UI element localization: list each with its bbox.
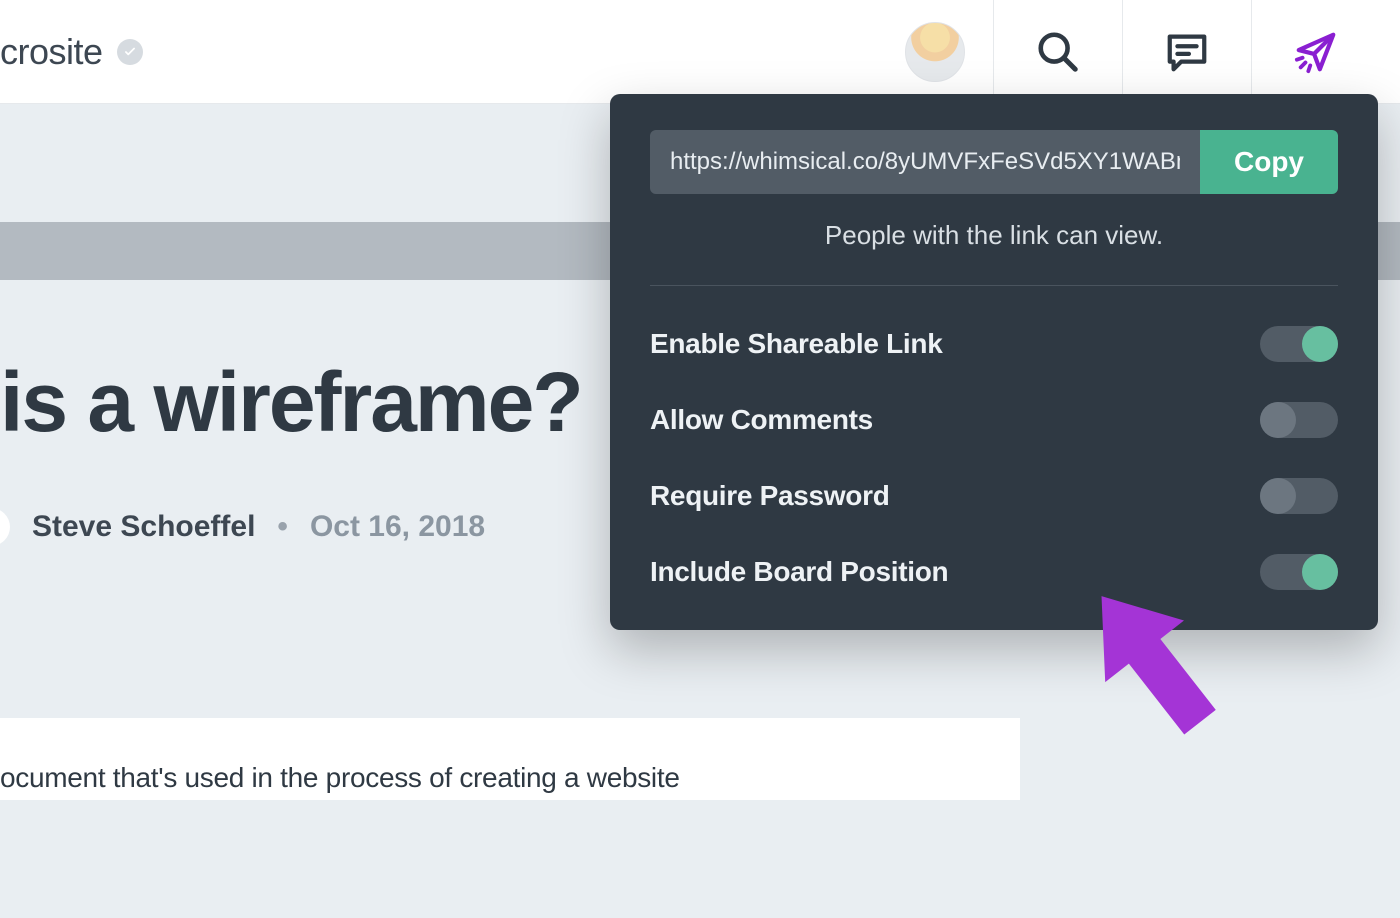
share-button[interactable] — [1252, 0, 1380, 103]
topbar-actions — [905, 0, 1380, 103]
option-enable-shareable-link: Enable Shareable Link — [650, 326, 1338, 362]
option-allow-comments: Allow Comments — [650, 402, 1338, 438]
author-name[interactable]: Steve Schoeffel — [32, 510, 255, 544]
breadcrumb-title[interactable]: crosite — [0, 31, 103, 73]
chat-icon — [1164, 29, 1210, 75]
share-popover: Copy People with the link can view. Enab… — [610, 94, 1378, 630]
share-url-input[interactable] — [650, 130, 1200, 194]
toggle-enable-shareable-link[interactable] — [1260, 326, 1338, 362]
breadcrumb: crosite — [0, 31, 143, 73]
send-icon — [1293, 29, 1339, 75]
comments-button[interactable] — [1123, 0, 1251, 103]
search-button[interactable] — [994, 0, 1122, 103]
option-label: Require Password — [650, 480, 890, 512]
verified-icon — [117, 39, 143, 65]
search-icon — [1035, 29, 1081, 75]
option-label: Enable Shareable Link — [650, 328, 942, 360]
publish-date: Oct 16, 2018 — [310, 510, 485, 544]
avatar[interactable] — [905, 22, 965, 82]
option-label: Allow Comments — [650, 404, 873, 436]
option-label: Include Board Position — [650, 556, 948, 588]
copy-button[interactable]: Copy — [1200, 130, 1338, 194]
top-bar: crosite — [0, 0, 1400, 104]
share-permission-note: People with the link can view. — [650, 220, 1338, 286]
body-snippet: ocument that's used in the process of cr… — [0, 762, 1020, 794]
option-include-board-position: Include Board Position — [650, 554, 1338, 590]
toggle-include-board-position[interactable] — [1260, 554, 1338, 590]
bullet-icon: • — [277, 510, 288, 544]
document-text: ocument that's used in the process of cr… — [0, 718, 1020, 800]
toggle-require-password[interactable] — [1260, 478, 1338, 514]
share-url-row: Copy — [650, 130, 1338, 194]
option-require-password: Require Password — [650, 478, 1338, 514]
author-avatar[interactable] — [0, 508, 10, 546]
toggle-allow-comments[interactable] — [1260, 402, 1338, 438]
